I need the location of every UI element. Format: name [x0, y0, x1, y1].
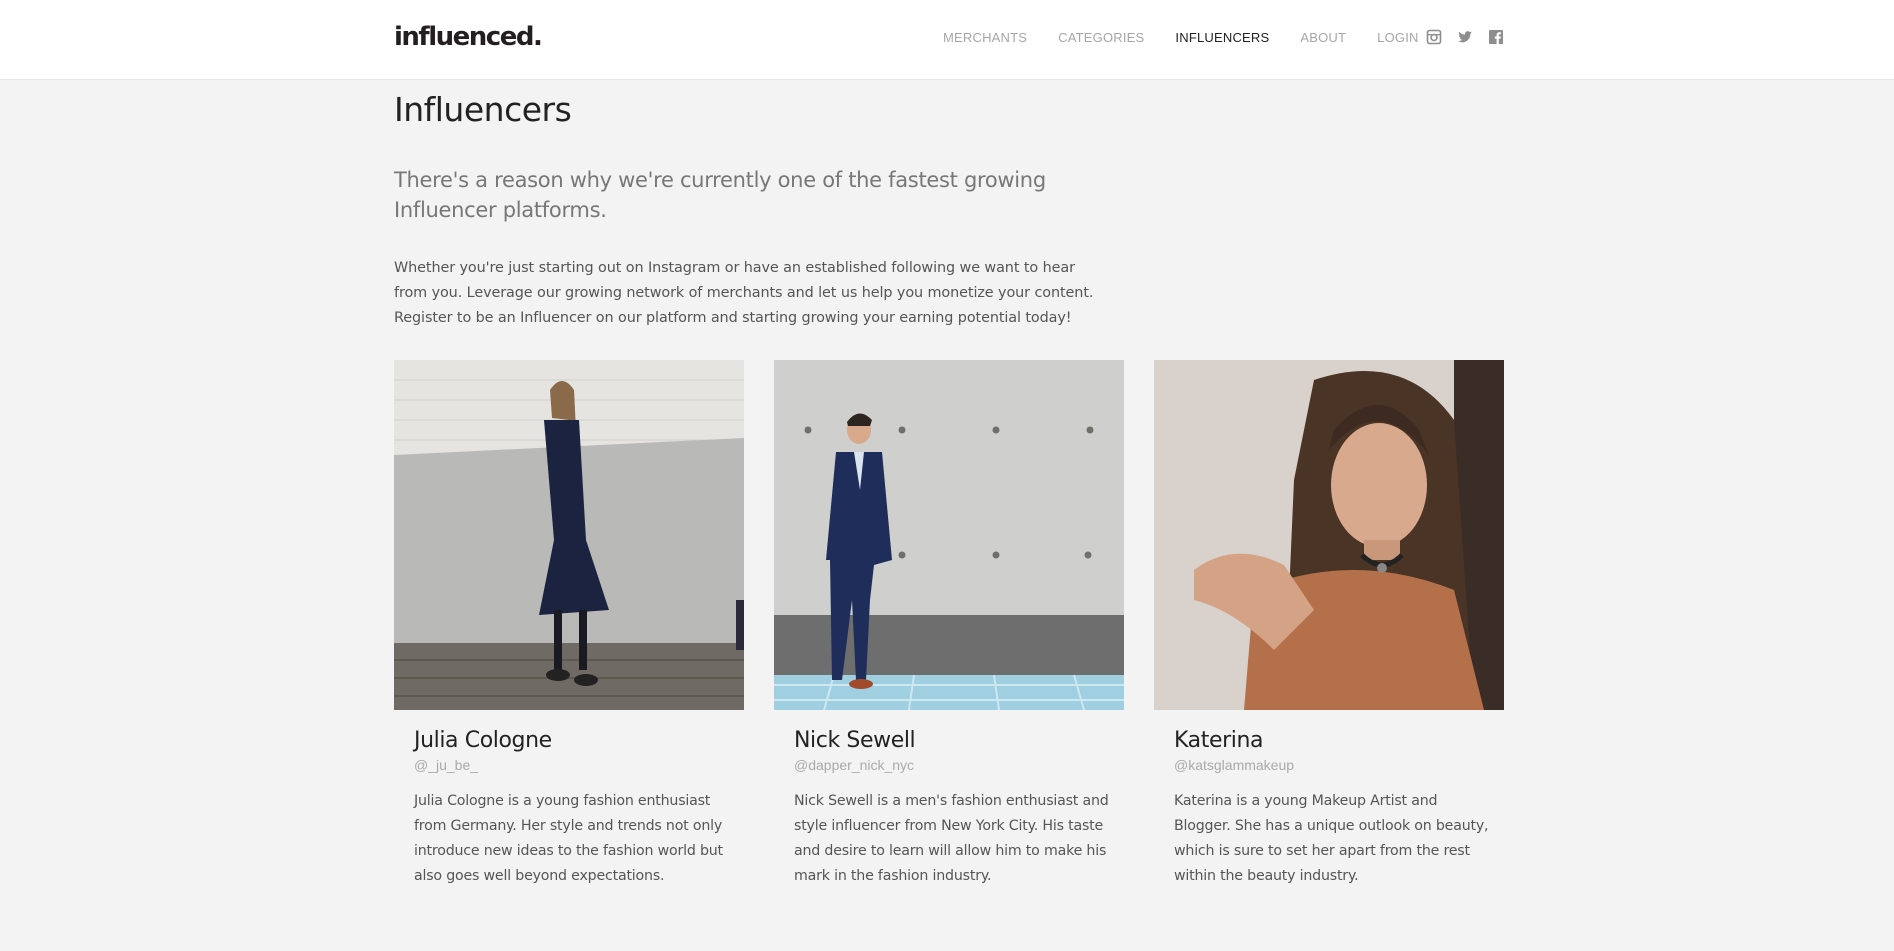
influencer-name: Julia Cologne [414, 728, 552, 753]
influencer-name: Katerina [1174, 728, 1264, 753]
influencer-photo-nick[interactable] [774, 360, 1124, 710]
influencer-photo-katerina[interactable] [1154, 360, 1504, 710]
influencer-handle[interactable]: @katsglammakeup [1174, 757, 1504, 773]
influencer-bio: Nick Sewell is a men's fashion enthusias… [794, 793, 1109, 884]
site-logo[interactable]: influenced. [394, 22, 543, 52]
influencer-bio: Katerina is a young Makeup Artist and Bl… [1174, 793, 1489, 884]
influencer-bio: Julia Cologne is a young fashion enthusi… [414, 793, 723, 884]
social-links [1426, 29, 1519, 45]
lead-text: There's a reason why we're currently one… [394, 168, 1046, 222]
site-header: influenced. MERCHANTS CATEGORIES INFLUEN… [0, 0, 1894, 80]
intro-text: Whether you're just starting out on Inst… [394, 260, 1094, 326]
influencer-handle[interactable]: @dapper_nick_nyc [794, 757, 1124, 773]
influencer-card: Julia Cologne @_ju_be_ Julia Cologne is … [394, 360, 744, 889]
facebook-icon[interactable] [1488, 29, 1504, 45]
influencer-card: Nick Sewell @dapper_nick_nyc Nick Sewell… [774, 360, 1124, 889]
influencer-photo-julia[interactable] [394, 360, 744, 710]
instagram-icon[interactable] [1426, 29, 1442, 45]
nav-merchants[interactable]: MERCHANTS [943, 30, 1027, 46]
twitter-icon[interactable] [1457, 29, 1473, 45]
nav-influencers[interactable]: INFLUENCERS [1175, 30, 1269, 46]
nav-about[interactable]: ABOUT [1300, 30, 1346, 46]
influencer-card: Katerina @katsglammakeup Katerina is a y… [1154, 360, 1504, 889]
page-title: Influencers [394, 90, 572, 129]
nav-login[interactable]: LOGIN [1377, 30, 1418, 46]
nav-categories[interactable]: CATEGORIES [1058, 30, 1144, 46]
influencer-handle[interactable]: @_ju_be_ [414, 757, 744, 773]
influencer-name: Nick Sewell [794, 728, 916, 753]
main-nav: MERCHANTS CATEGORIES INFLUENCERS ABOUT L… [943, 30, 1450, 46]
